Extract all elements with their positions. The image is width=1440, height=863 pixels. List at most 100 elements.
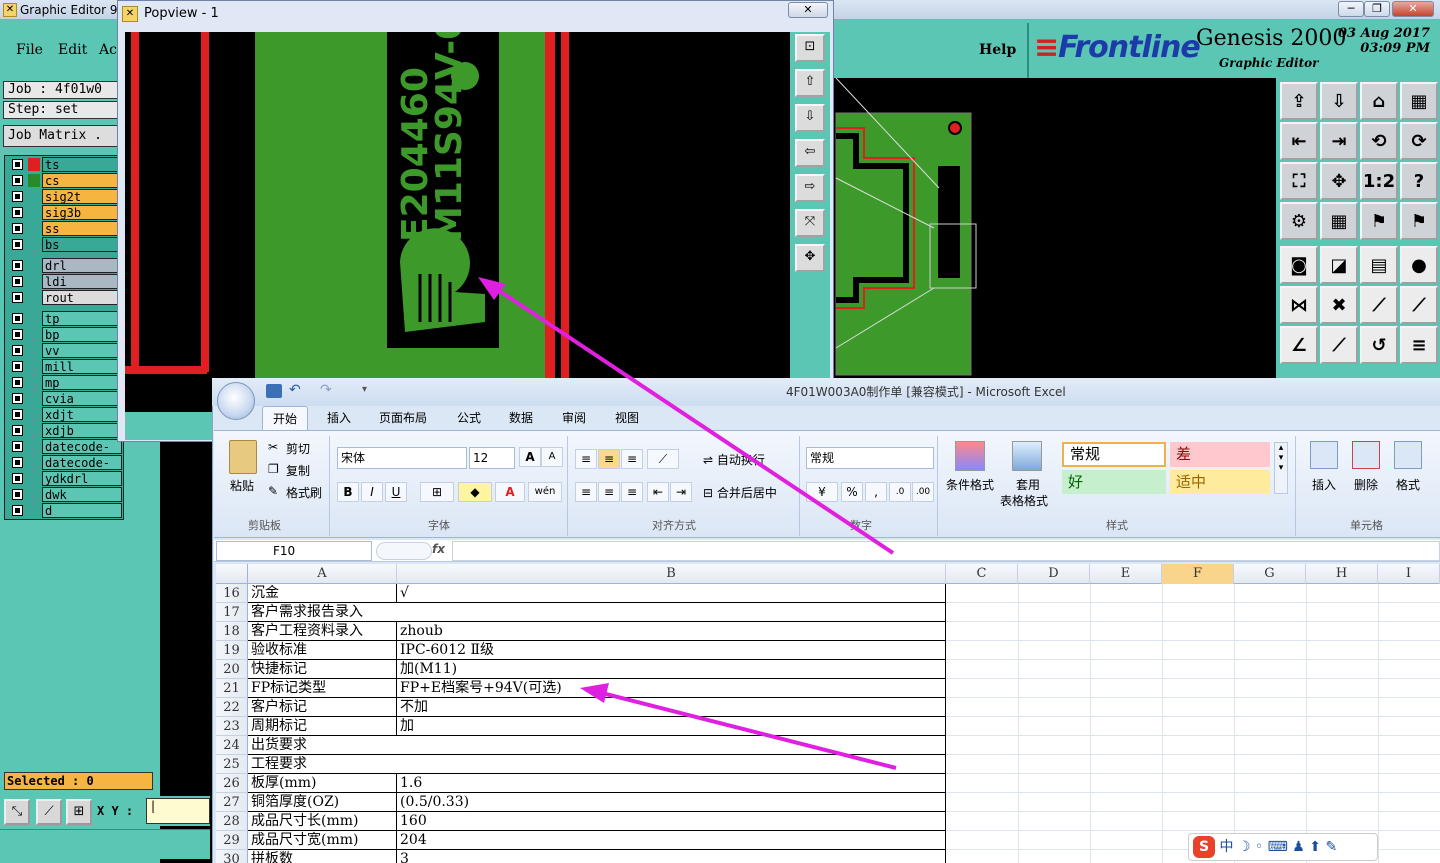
layer-checkbox[interactable] xyxy=(12,441,23,452)
currency-icon[interactable]: ¥ xyxy=(806,482,838,502)
menu-edit[interactable]: Edit xyxy=(58,42,87,58)
row-header[interactable]: 16 xyxy=(216,584,248,603)
layer-name[interactable]: ss xyxy=(42,221,122,236)
row-header[interactable]: 17 xyxy=(216,603,248,622)
style-neutral[interactable]: 适中 xyxy=(1170,470,1270,494)
layer-down-icon[interactable]: ⇩ xyxy=(1320,82,1358,120)
cell-b[interactable]: 204 xyxy=(397,831,946,850)
conditional-format-icon[interactable] xyxy=(955,441,985,471)
layer-checkbox[interactable] xyxy=(12,489,23,500)
wrap-text-button[interactable]: ⇌ 自动换行 xyxy=(703,451,765,468)
select-all-corner[interactable] xyxy=(216,564,248,584)
column-header-I[interactable]: I xyxy=(1378,564,1440,584)
formula-expand-handle[interactable] xyxy=(376,542,432,560)
office-button[interactable] xyxy=(217,382,255,420)
underline-button[interactable]: U xyxy=(385,482,407,502)
popview-down-icon[interactable]: ⇩ xyxy=(795,104,825,132)
italic-button[interactable]: I xyxy=(361,482,383,502)
format-cells-button[interactable]: 格式 xyxy=(1396,476,1420,493)
layer-checkbox[interactable] xyxy=(12,313,23,324)
column-header-E[interactable]: E xyxy=(1090,564,1162,584)
column-header-B[interactable]: B xyxy=(397,564,946,584)
layer-checkbox[interactable] xyxy=(12,393,23,404)
layer-row-tp[interactable]: tp xyxy=(6,311,122,326)
layer-name[interactable]: xdjb xyxy=(42,423,122,438)
layer-row-rout[interactable]: rout xyxy=(6,290,122,305)
layer-row-ss[interactable]: ss xyxy=(6,221,122,236)
layer-name[interactable]: cvia xyxy=(42,391,122,406)
fit-icon[interactable]: ⛶ xyxy=(1280,162,1318,200)
layer-checkbox[interactable] xyxy=(12,276,23,287)
layer-up-icon[interactable]: ⇪ xyxy=(1280,82,1318,120)
tab-home[interactable]: 开始 xyxy=(262,406,309,430)
format-painter-button[interactable]: 格式刷 xyxy=(286,484,322,501)
cell-b[interactable]: 160 xyxy=(397,812,946,831)
cell-a[interactable]: 板厚(mm) xyxy=(248,774,397,793)
layer-checkbox[interactable] xyxy=(12,239,23,250)
tab-review[interactable]: 审阅 xyxy=(552,406,596,430)
font-color-button[interactable]: A xyxy=(495,482,525,502)
cell-a[interactable]: 成品尺寸长(mm) xyxy=(248,812,397,831)
layer-name[interactable]: ydkdrl xyxy=(42,471,122,486)
formula-input[interactable] xyxy=(452,541,1440,561)
layer-row-vv[interactable]: vv xyxy=(6,343,122,358)
cell-a[interactable]: 工程要求 xyxy=(248,755,946,774)
cell-b[interactable]: (0.5/0.33) xyxy=(397,793,946,812)
popview-right-icon[interactable]: ⇨ xyxy=(795,174,825,202)
zoom-area-icon[interactable]: ⤡ xyxy=(4,799,30,825)
tab-formulas[interactable]: 公式 xyxy=(447,406,491,430)
layer-name[interactable]: sig3b xyxy=(42,205,122,220)
layer-row-ydkdrl[interactable]: ydkdrl xyxy=(6,471,122,486)
tab-view[interactable]: 视图 xyxy=(605,406,649,430)
save-icon[interactable] xyxy=(266,384,282,398)
layer-row-sig3b[interactable]: sig3b xyxy=(6,205,122,220)
delete-cells-icon[interactable] xyxy=(1352,441,1380,469)
rotate-ccw-icon[interactable]: ⟲ xyxy=(1360,122,1398,160)
popview-up-icon[interactable]: ⇧ xyxy=(795,69,825,97)
ruler-icon[interactable]: ▤ xyxy=(1360,246,1398,284)
layer-name[interactable]: cs xyxy=(42,173,122,188)
layer-name[interactable]: vv xyxy=(42,343,122,358)
column-header-F[interactable]: F xyxy=(1162,564,1234,584)
align-bottom-icon[interactable]: ≡ xyxy=(621,449,643,469)
undo-icon[interactable]: ↺ xyxy=(1360,326,1398,364)
insert-function-button[interactable]: fx xyxy=(432,542,445,556)
layer-row-xdjt[interactable]: xdjt xyxy=(6,407,122,422)
measure-icon[interactable]: ⟋ xyxy=(36,799,62,825)
align-top-icon[interactable]: ≡ xyxy=(575,449,597,469)
row-header[interactable]: 23 xyxy=(216,717,248,736)
cell-b[interactable]: IPC-6012 Ⅱ级 xyxy=(397,641,946,660)
layer-row-datecode-cs[interactable]: datecode-cs xyxy=(6,455,122,485)
comma-button[interactable]: , xyxy=(865,482,887,502)
layer-row-sig2t[interactable]: sig2t xyxy=(6,189,122,204)
format-painter-icon[interactable]: ✎ xyxy=(268,484,278,498)
cut-button[interactable]: 剪切 xyxy=(286,440,310,457)
layer-name[interactable]: drl xyxy=(42,258,122,273)
style-normal[interactable]: 常规 xyxy=(1062,442,1166,467)
hatch-icon[interactable]: ≡ xyxy=(1400,326,1438,364)
menu-actions[interactable]: Ac xyxy=(99,42,117,58)
layer-row-ts[interactable]: ts xyxy=(6,157,122,172)
layer-row-mp[interactable]: mp xyxy=(6,375,122,390)
tab-insert[interactable]: 插入 xyxy=(317,406,361,430)
layer-name[interactable]: d xyxy=(42,503,122,518)
insert-cells-button[interactable]: 插入 xyxy=(1312,476,1336,493)
cell-a[interactable]: 周期标记 xyxy=(248,717,397,736)
layer-checkbox[interactable] xyxy=(12,377,23,388)
cell-b[interactable]: √ xyxy=(397,584,946,603)
row-header[interactable]: 29 xyxy=(216,831,248,850)
conditional-format-button[interactable]: 条件格式 xyxy=(946,476,994,493)
minimize-icon[interactable]: ─ xyxy=(1338,1,1364,17)
paste-button[interactable]: 粘贴 xyxy=(230,477,254,494)
layer-row-cvia[interactable]: cvia xyxy=(6,391,122,406)
increase-decimal-icon[interactable]: .0 xyxy=(889,482,911,502)
style-bad[interactable]: 差 xyxy=(1170,442,1270,467)
flag-b-icon[interactable]: ⚑ xyxy=(1400,202,1438,240)
layer-checkbox[interactable] xyxy=(12,175,23,186)
row-header[interactable]: 26 xyxy=(216,774,248,793)
tab-page-layout[interactable]: 页面布局 xyxy=(369,406,437,430)
layer-checkbox[interactable] xyxy=(12,409,23,420)
cell-a[interactable]: 拼板数 xyxy=(248,850,397,863)
cell-a[interactable]: 客户工程资料录入 xyxy=(248,622,397,641)
bold-button[interactable]: B xyxy=(337,482,359,502)
